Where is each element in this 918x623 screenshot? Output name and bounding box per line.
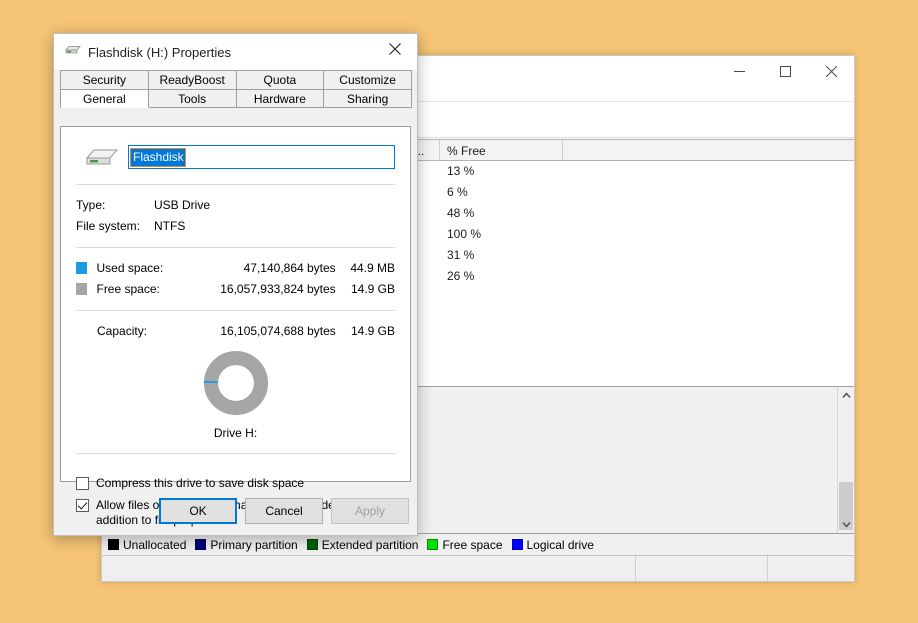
legend-swatch [427, 539, 439, 550]
capacity-row: Capacity: 16,105,074,688 bytes 14.9 GB [76, 320, 395, 341]
capacity-label: Capacity: [97, 323, 148, 338]
used-space-bytes: 47,140,864 bytes [243, 260, 336, 275]
compress-label: Compress this drive to save disk space [96, 476, 305, 490]
status-bar-segment-2 [636, 556, 768, 581]
divider-3 [76, 310, 395, 311]
tab-hardware[interactable]: Hardware [235, 89, 325, 108]
cell-percent-free: 100 % [447, 227, 482, 241]
used-space-swatch [76, 261, 88, 274]
legend-label: Logical drive [526, 537, 594, 552]
compress-checkbox[interactable] [76, 477, 89, 490]
tab-customize[interactable]: Customize [323, 70, 412, 89]
capacity-human: 14.9 GB [350, 323, 395, 338]
cell-spacer [563, 182, 854, 203]
compress-checkbox-row[interactable]: Compress this drive to save disk space [76, 476, 395, 491]
legend-label: Free space [442, 537, 503, 552]
status-bar-segment-3 [768, 556, 854, 581]
minimize-button[interactable] [716, 56, 762, 86]
filesystem-label: File system: [76, 218, 141, 233]
free-space-label: Free space: [96, 281, 160, 296]
apply-button[interactable]: Apply [331, 498, 409, 524]
usb-drive-icon [64, 43, 81, 61]
legend-label: Extended partition [321, 537, 419, 552]
dialog-close-button[interactable] [373, 34, 417, 64]
cell-percent-free: 48 % [447, 206, 475, 220]
scroll-down-icon[interactable] [838, 516, 854, 533]
drive-letter-label: Drive H: [213, 426, 258, 440]
cell-spacer [563, 224, 854, 245]
divider-4 [76, 453, 395, 454]
tab-row-primary: General Tools Hardware Sharing [60, 89, 412, 108]
legend-swatch [306, 539, 318, 550]
legend-item: Unallocated [108, 538, 186, 552]
tab-quota[interactable]: Quota [235, 70, 325, 89]
scroll-up-icon[interactable] [838, 387, 854, 404]
close-button[interactable] [808, 56, 854, 86]
partition-legend: Unallocated Primary partition Extended par… [102, 533, 854, 555]
legend-swatch [108, 539, 119, 550]
tab-security[interactable]: Security [60, 70, 149, 89]
legend-label: Primary partition [210, 537, 298, 552]
divider-2 [76, 247, 395, 248]
legend-swatch [195, 539, 207, 550]
tab-row-secondary: Security ReadyBoost Quota Customize [60, 70, 412, 89]
cell-percent-free: 26 % [447, 269, 475, 283]
capacity-bytes: 16,105,074,688 bytes [220, 323, 336, 338]
tab-readyboost[interactable]: ReadyBoost [147, 70, 237, 89]
free-space-swatch [76, 282, 88, 295]
column-header-percent-free[interactable]: % Free [440, 140, 563, 160]
legend-label: Unallocated [123, 537, 187, 552]
dialog-titlebar: Flashdisk (H:) Properties [54, 34, 417, 70]
cell-spacer [563, 161, 854, 182]
column-header-spacer [563, 140, 854, 160]
divider-1 [76, 184, 395, 185]
disk-usage-donut [203, 350, 268, 416]
cell-percent-free: 13 % [447, 164, 475, 178]
used-space-label: Used space: [96, 260, 164, 275]
volume-name-row: Flashdisk [76, 141, 395, 173]
tab-tools[interactable]: Tools [147, 89, 237, 108]
cell-spacer [563, 245, 854, 266]
cell-percent-free: 6 % [447, 185, 468, 199]
status-bar [102, 555, 854, 581]
cell-percent-free: 31 % [447, 248, 475, 262]
dialog-title-text: Flashdisk (H:) Properties [88, 44, 232, 60]
dialog-tabs[interactable]: Security ReadyBoost Quota Customize General… [60, 70, 412, 108]
drive-properties-dialog: Flashdisk (H:) Properties Security ReadyB… [53, 33, 418, 536]
cell-spacer [563, 203, 854, 224]
tab-general[interactable]: General [60, 89, 149, 108]
legend-item: Free space [427, 537, 503, 552]
ok-button[interactable]: OK [159, 498, 237, 524]
status-bar-main-segment [102, 556, 636, 581]
dialog-button-bar: OK Cancel Apply [151, 498, 409, 524]
legend-item: Primary partition [195, 537, 298, 552]
cell-spacer [563, 266, 854, 287]
legend-item: Extended partition [306, 537, 419, 552]
cancel-button[interactable]: Cancel [245, 498, 323, 524]
maximize-button[interactable] [762, 56, 808, 86]
free-space-row: Free space: 16,057,933,824 bytes 14.9 GB [76, 278, 395, 299]
free-space-human: 14.9 GB [350, 281, 396, 296]
disk-usage-chart: Drive H: [76, 350, 395, 440]
type-label: Type: [76, 197, 106, 212]
filesystem-row: File system: NTFS [76, 215, 395, 236]
volume-name-value: Flashdisk [130, 147, 186, 167]
free-space-bytes: 16,057,933,824 bytes [220, 281, 336, 296]
disk-pane-scrollbar[interactable] [837, 387, 854, 533]
legend-item: Logical drive [511, 537, 594, 552]
used-space-row: Used space: 47,140,864 bytes 44.9 MB [76, 257, 395, 278]
type-value: USB Drive [154, 197, 211, 212]
drive-icon-large [76, 145, 128, 169]
general-tab-panel: Flashdisk Type: USB Drive File system: N… [60, 126, 411, 527]
index-checkbox[interactable] [76, 499, 89, 512]
legend-swatch [511, 539, 523, 550]
tab-sharing[interactable]: Sharing [323, 89, 412, 108]
type-row: Type: USB Drive [76, 194, 395, 215]
used-space-human: 44.9 MB [350, 260, 396, 275]
filesystem-value: NTFS [154, 218, 186, 233]
volume-name-input[interactable]: Flashdisk [128, 145, 395, 169]
